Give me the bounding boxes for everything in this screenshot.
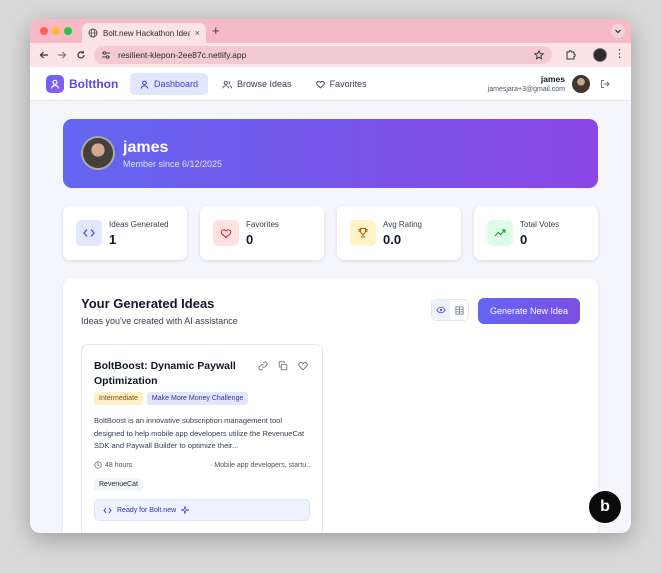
nav-browse-ideas[interactable]: Browse Ideas	[212, 73, 302, 95]
stat-value: 0	[246, 232, 254, 247]
bookmark-star-icon[interactable]	[534, 50, 544, 60]
tab-close-icon[interactable]: ×	[195, 28, 200, 38]
eye-icon	[436, 306, 446, 314]
idea-card[interactable]: BoltBoost: Dynamic Paywall Optimization …	[81, 344, 323, 533]
grid-icon	[454, 305, 464, 315]
clock-icon	[94, 461, 102, 469]
link-icon[interactable]	[258, 361, 268, 371]
idea-audience: · Mobile app developers, startu...	[210, 461, 312, 469]
nav-favorites-label: Favorites	[329, 79, 367, 89]
stat-label: Total Votes	[520, 220, 560, 229]
copy-icon[interactable]	[278, 361, 288, 371]
globe-icon	[88, 28, 98, 38]
user-name: james	[540, 74, 565, 84]
ready-label: Ready for Bolt.new	[117, 506, 177, 514]
logo-user-icon	[46, 75, 64, 93]
new-tab-button[interactable]: +	[212, 23, 220, 39]
app-logo[interactable]: Boltthon	[46, 75, 118, 93]
browser-toolbar: resilient-klepon-2ee87c.netlify.app ⋮	[30, 43, 631, 67]
logout-icon[interactable]	[600, 79, 610, 89]
heart-icon	[315, 80, 325, 89]
idea-title: BoltBoost: Dynamic Paywall Optimization	[94, 360, 236, 387]
grid-view-button[interactable]	[450, 300, 468, 320]
profile-name: james	[123, 139, 169, 156]
generate-new-idea-button[interactable]: Generate New Idea	[478, 298, 580, 324]
idea-duration: 48 hours	[94, 461, 132, 469]
avatar[interactable]	[572, 75, 590, 93]
stat-label: Avg Rating	[383, 220, 422, 229]
extensions-icon[interactable]	[565, 49, 576, 60]
stat-card-favorites: Favorites 0	[200, 206, 324, 260]
trending-up-icon	[487, 220, 513, 246]
code-icon	[76, 220, 102, 246]
stat-card-avg-rating: Avg Rating 0.0	[337, 206, 461, 260]
app-header: Boltthon Dashboard Browse Ideas Favorite…	[30, 67, 631, 101]
sparkle-icon	[181, 506, 190, 514]
tech-tag: RevenueCat	[94, 478, 143, 491]
reload-button[interactable]	[75, 49, 87, 61]
bolt-logo-icon: b	[600, 498, 610, 515]
site-info-icon[interactable]	[100, 49, 112, 61]
user-info: james jamesjara+3@gmail.com	[488, 74, 565, 93]
stat-value: 0	[520, 232, 528, 247]
idea-meta: 48 hours · Mobile app developers, startu…	[94, 461, 312, 469]
code-icon	[103, 507, 112, 513]
arrow-right-icon	[58, 51, 67, 59]
heart-icon	[213, 220, 239, 246]
nav-favorites[interactable]: Favorites	[306, 73, 377, 95]
nav-dashboard-label: Dashboard	[154, 79, 199, 89]
difficulty-badge: Intermediate	[94, 392, 143, 405]
logo-text: Boltthon	[69, 77, 119, 91]
duration-text: 48 hours	[105, 461, 133, 469]
browser-menu-icon[interactable]: ⋮	[614, 48, 625, 60]
user-icon	[140, 80, 149, 89]
heart-icon[interactable]	[298, 361, 308, 371]
view-toggle	[431, 299, 469, 321]
generated-ideas-panel: Your Generated Ideas Ideas you've create…	[63, 278, 598, 533]
arrow-left-icon	[39, 51, 48, 59]
stat-label: Ideas Generated	[109, 220, 169, 229]
profile-avatar-icon[interactable]	[593, 48, 607, 62]
reload-icon	[77, 50, 85, 59]
trophy-icon	[350, 220, 376, 246]
address-bar[interactable]: resilient-klepon-2ee87c.netlify.app	[94, 46, 552, 64]
tab-title: Bolt.new Hackathon Idea Gen	[103, 28, 190, 38]
maximize-window-button[interactable]	[64, 27, 72, 35]
section-title: Your Generated Ideas	[81, 296, 215, 311]
stat-value: 1	[109, 232, 117, 247]
stat-card-total-votes: Total Votes 0	[474, 206, 598, 260]
idea-actions	[258, 361, 308, 371]
chevron-down-icon	[615, 29, 621, 34]
tab-search-button[interactable]	[611, 24, 625, 38]
user-email: jamesjara+3@gmail.com	[487, 86, 565, 93]
card-view-button[interactable]	[432, 300, 450, 320]
stat-value: 0.0	[383, 232, 402, 247]
challenge-badge: Make More Money Challenge	[146, 392, 249, 405]
idea-badges: Intermediate Make More Money Challenge	[94, 392, 249, 405]
main-nav: Dashboard Browse Ideas Favorites	[130, 73, 377, 95]
tab-strip: Bolt.new Hackathon Idea Gen × +	[30, 19, 631, 43]
member-since: Member since 6/12/2025	[123, 159, 223, 169]
nav-browse-ideas-label: Browse Ideas	[237, 79, 292, 89]
forward-button[interactable]	[56, 49, 68, 61]
browser-tab-active[interactable]: Bolt.new Hackathon Idea Gen ×	[82, 23, 206, 43]
browser-window: Bolt.new Hackathon Idea Gen × + resilien…	[30, 19, 631, 533]
ready-for-bolt-button[interactable]: Ready for Bolt.new	[94, 499, 310, 521]
nav-dashboard[interactable]: Dashboard	[130, 73, 209, 95]
bolt-badge-logo[interactable]: b	[588, 490, 622, 524]
section-subtitle: Ideas you've created with AI assistance	[81, 316, 238, 326]
users-icon	[222, 80, 232, 88]
idea-description: BoltBoost is an innovative subscription …	[94, 416, 305, 450]
profile-banner: james Member since 6/12/2025	[63, 119, 598, 188]
url-text: resilient-klepon-2ee87c.netlify.app	[118, 50, 247, 60]
stat-card-ideas-generated: Ideas Generated 1	[63, 206, 187, 260]
close-window-button[interactable]	[40, 27, 48, 35]
back-button[interactable]	[38, 49, 50, 61]
minimize-window-button[interactable]	[52, 27, 60, 35]
stat-label: Favorites	[246, 220, 279, 229]
profile-avatar	[81, 136, 115, 170]
